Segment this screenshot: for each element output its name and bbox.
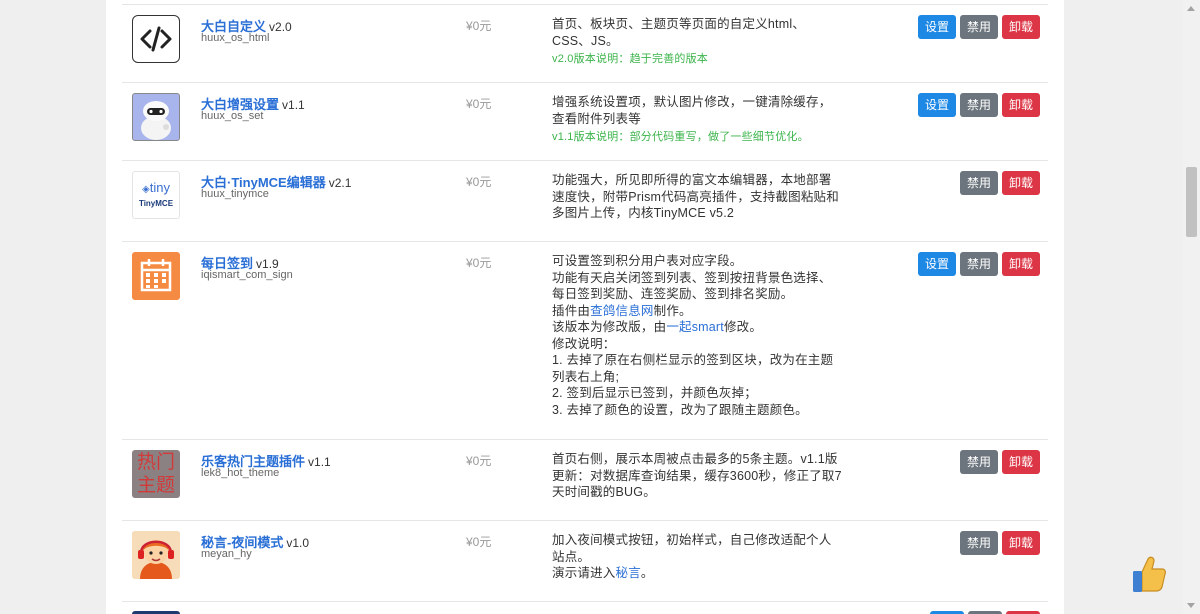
uninstall-button[interactable]: 卸载 (1001, 531, 1040, 555)
avatar-headphones-icon (132, 531, 180, 579)
plugin-actions: 禁用 卸载 (959, 531, 1040, 555)
plugin-description: 首页、板块页、主题页等页面的自定义html、CSS、JS。 v2.0版本说明：趋… (552, 16, 842, 68)
robot-icon (132, 93, 180, 141)
desc-line: 功能有天启关闭签到列表、签到按扭背景色选择、每日签到奖励、连签奖励、签到排名奖励… (552, 270, 832, 302)
demo-link[interactable]: 秘言 (616, 566, 641, 580)
desc-maker-line: 插件由查鸽信息网制作。 (552, 303, 692, 318)
plugin-price: ¥0元 (466, 454, 492, 468)
plugin-version: v2.0 (269, 20, 292, 34)
hot-theme-logo: 热门 主题 (132, 450, 180, 498)
desc-line: 可设置签到积分用户表对应字段。 (552, 254, 743, 268)
plugin-row-huux-os-set: 大白增强设置 v1.1 huux_os_set ¥0元 增强系统设置项，默认图片修… (122, 82, 1048, 161)
maker-link[interactable]: 查鸽信息网 (590, 304, 654, 318)
tinymce-logo-text: ◈tiny (142, 180, 170, 196)
plugin-version: v1.1 (282, 98, 305, 112)
disable-button[interactable]: 禁用 (959, 252, 998, 276)
plugin-list-panel: 大白自定义 v2.0 huux_os_html ¥0元 首页、板块页、主题页等页面… (106, 0, 1064, 614)
uninstall-button[interactable]: 卸载 (1001, 450, 1040, 474)
thumbs-up-icon[interactable] (1130, 554, 1166, 594)
tinymce-logo: ◈tiny TinyMCE (132, 171, 180, 219)
disable-button[interactable]: 禁用 (959, 15, 998, 39)
plugin-slug: iqismart_com_sign (201, 269, 293, 281)
settings-button[interactable]: 设置 (917, 15, 956, 39)
desc-demo-line: 演示请进入秘言。 (552, 566, 654, 580)
scroll-down-arrow-icon[interactable] (1187, 603, 1195, 608)
plugin-price: ¥0元 (466, 256, 492, 270)
desc-text: 首页、板块页、主题页等页面的自定义html、CSS、JS。 (552, 17, 806, 48)
plugin-actions: 禁用 卸载 (959, 171, 1040, 195)
desc-line: 修改说明： (552, 336, 616, 351)
uninstall-button[interactable]: 卸载 (1001, 15, 1040, 39)
plugin-row-huux-os-html: 大白自定义 v2.0 huux_os_html ¥0元 首页、板块页、主题页等页面… (122, 4, 1048, 83)
plugin-row-partial (122, 601, 1048, 614)
scroll-thumb[interactable] (1186, 167, 1197, 237)
desc-text: 增强系统设置项，默认图片修改，一键清除缓存，查看附件列表等 (552, 95, 832, 126)
plugin-slug: huux_tinymce (201, 188, 269, 200)
desc-line: 加入夜间模式按钮，初始样式，自己修改适配个人站点。 (552, 533, 832, 564)
settings-button[interactable]: 设置 (917, 93, 956, 117)
disable-button[interactable]: 禁用 (959, 171, 998, 195)
code-icon (132, 15, 180, 63)
scroll-up-arrow-icon[interactable] (1187, 6, 1195, 11)
desc-text: 功能强大，所见即所得的富文本编辑器，本地部署速度快，附带Prism代码高亮插件，… (552, 173, 839, 220)
plugin-row-meyan-hy: 秘言-夜间模式 v1.0 meyan_hy ¥0元 加入夜间模式按钮，初始样式，自… (122, 520, 1048, 602)
plugin-description: 首页右侧，展示本周被点击最多的5条主题。v1.1版更新：对数据库查询结果，缓存3… (552, 451, 842, 501)
plugin-description: 加入夜间模式按钮，初始样式，自己修改适配个人站点。 演示请进入秘言。 (552, 532, 842, 582)
uninstall-button[interactable]: 卸载 (1001, 171, 1040, 195)
plugin-actions: 设置 禁用 卸载 (917, 15, 1040, 39)
tinymce-logo-subtext: TinyMCE (138, 199, 174, 208)
plugin-slug: lek8_hot_theme (201, 467, 280, 479)
desc-line: 3. 去掉了颜色的设置，改为了跟随主题颜色。 (552, 402, 808, 417)
uninstall-button[interactable]: 卸载 (1001, 93, 1040, 117)
plugin-slug: huux_os_html (201, 32, 270, 44)
plugin-row-iqismart-sign: 每日签到 v1.9 iqismart_com_sign ¥0元 可设置签到积分用户… (122, 241, 1048, 440)
plugin-row-lek8-hot-theme: 热门 主题 乐客热门主题插件 v1.1 lek8_hot_theme ¥0元 首页… (122, 439, 1048, 521)
desc-text: 首页右侧，展示本周被点击最多的5条主题。v1.1版更新：对数据库查询结果，缓存3… (552, 452, 842, 499)
desc-line: 2. 签到后显示已签到，并颜色灰掉； (552, 386, 757, 400)
plugin-slug: meyan_hy (201, 548, 252, 560)
disable-button[interactable]: 禁用 (959, 450, 998, 474)
desc-line: 1. 去掉了原在右侧栏显示的签到区块，改为在主题列表右上角; (552, 353, 834, 384)
plugin-actions: 禁用 卸载 (959, 450, 1040, 474)
uninstall-button[interactable]: 卸载 (1001, 252, 1040, 276)
plugin-price: ¥0元 (466, 19, 492, 33)
plugin-description: 可设置签到积分用户表对应字段。 功能有天启关闭签到列表、签到按扭背景色选择、每日… (552, 253, 842, 418)
diamond-icon: ◈ (142, 184, 150, 195)
settings-button[interactable]: 设置 (917, 252, 956, 276)
version-note: v2.0版本说明：趋于完善的版本 (552, 53, 708, 65)
disable-button[interactable]: 禁用 (959, 531, 998, 555)
plugin-description: 增强系统设置项，默认图片修改，一键清除缓存，查看附件列表等 v1.1版本说明：部… (552, 94, 842, 146)
vertical-scrollbar[interactable] (1183, 0, 1200, 614)
disable-button[interactable]: 禁用 (959, 93, 998, 117)
desc-mod-line: 该版本为修改版，由一起smart修改。 (552, 320, 763, 334)
calendar-icon (132, 252, 180, 300)
plugin-slug: huux_os_set (201, 110, 264, 122)
plugin-price: ¥0元 (466, 175, 492, 189)
plugin-version: v1.1 (308, 455, 331, 469)
plugin-version: v2.1 (328, 176, 352, 190)
plugin-actions: 设置 禁用 卸载 (917, 252, 1040, 276)
plugin-version: v1.0 (286, 536, 310, 550)
plugin-price: ¥0元 (466, 535, 492, 549)
plugin-description: 功能强大，所见即所得的富文本编辑器，本地部署速度快，附带Prism代码高亮插件，… (552, 172, 842, 222)
plugin-row-huux-tinymce: ◈tiny TinyMCE 大白·TinyMCE编辑器 v2.1 huux_tin… (122, 160, 1048, 242)
version-note: v1.1版本说明：部分代码重写，做了一些细节优化。 (552, 131, 809, 143)
plugin-actions: 设置 禁用 卸载 (917, 93, 1040, 117)
plugin-price: ¥0元 (466, 97, 492, 111)
modifier-link[interactable]: 一起smart (666, 320, 724, 334)
